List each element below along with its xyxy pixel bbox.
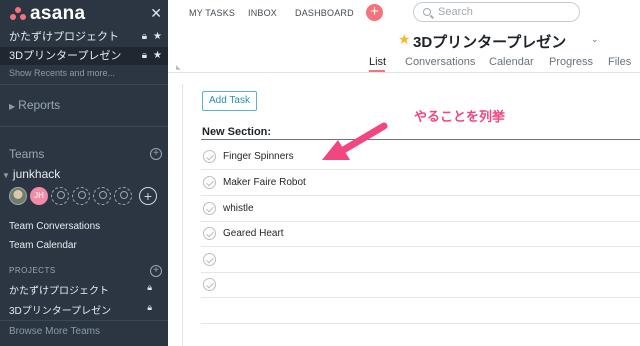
divider — [0, 320, 168, 321]
check-icon[interactable] — [203, 150, 216, 163]
task-row[interactable]: Maker Faire Robot — [201, 170, 640, 196]
task-row[interactable]: Geared Heart — [201, 221, 640, 247]
empty-member-icon[interactable] — [51, 187, 69, 205]
browse-more-teams-link[interactable]: Browse More Teams — [9, 326, 100, 337]
task-name[interactable]: Finger Spinners — [223, 151, 294, 162]
tab-list[interactable]: List — [369, 56, 386, 68]
project-title: 3Dプリンタープレゼン — [413, 34, 567, 51]
teams-heading: Teams — [9, 147, 45, 161]
empty-member-icon[interactable] — [72, 187, 90, 205]
section-divider — [201, 139, 640, 140]
lock-icon: 🔒︎ — [147, 302, 152, 312]
project-item[interactable]: かたずけプロジェクト 🔒︎ — [9, 282, 164, 297]
sidebar: asana ✕ かたずけプロジェクト 🔒︎ ★ 3Dプリンタープレゼン 🔒︎ ★ S… — [0, 0, 168, 346]
check-icon[interactable] — [203, 176, 216, 189]
task-name[interactable]: Geared Heart — [223, 228, 284, 239]
team-name[interactable]: ▼ junkhack — [2, 167, 60, 181]
top-nav: MY TASKS INBOX DASHBOARD + — [168, 0, 640, 26]
add-project-icon[interactable]: + — [150, 265, 162, 277]
search-icon — [423, 8, 431, 16]
check-icon[interactable] — [203, 278, 216, 291]
tab-files[interactable]: Files — [608, 56, 631, 68]
add-task-button[interactable]: Add Task — [202, 91, 257, 111]
team-conversations-link[interactable]: Team Conversations — [9, 221, 100, 232]
show-recents-link[interactable]: Show Recents and more... — [9, 68, 115, 78]
tabs-divider — [168, 72, 640, 73]
annotation-text: やることを列挙 — [414, 109, 506, 124]
avatar-initials[interactable]: JH — [30, 187, 48, 205]
star-icon[interactable]: ★ — [398, 31, 411, 48]
star-icon[interactable]: ★ — [153, 31, 162, 42]
team-calendar-link[interactable]: Team Calendar — [9, 240, 77, 251]
lock-icon: 🔒︎ — [141, 31, 148, 42]
check-icon[interactable] — [203, 227, 216, 240]
panel-divider — [182, 84, 183, 346]
task-row[interactable]: Finger Spinners — [201, 144, 640, 170]
chevron-down-icon[interactable]: ⌄ — [591, 34, 599, 45]
task-name[interactable]: whistle — [223, 203, 254, 214]
expand-triangle-icon: ▶ — [9, 102, 16, 111]
lock-icon: 🔒︎ — [141, 50, 148, 61]
projects-heading: PROJECTS — [9, 266, 56, 275]
divider — [0, 84, 168, 85]
task-row[interactable] — [201, 298, 640, 324]
empty-member-icon[interactable] — [93, 187, 111, 205]
favorite-item[interactable]: かたずけプロジェクト 🔒︎ ★ — [0, 28, 168, 46]
close-sidebar-icon[interactable]: ✕ — [150, 5, 162, 22]
my-tasks-link[interactable]: MY TASKS — [189, 8, 235, 18]
star-icon[interactable]: ★ — [153, 50, 162, 61]
collapse-triangle-icon: ▼ — [2, 171, 10, 180]
project-item[interactable]: 3Dプリンタープレゼン 🔒︎ — [9, 302, 164, 317]
tab-conversations[interactable]: Conversations — [405, 56, 475, 68]
task-row[interactable] — [201, 247, 640, 273]
check-icon[interactable] — [203, 253, 216, 266]
logo-text: asana — [30, 3, 86, 24]
task-row[interactable] — [201, 272, 640, 298]
lock-icon: 🔒︎ — [147, 282, 152, 292]
quick-add-button[interactable]: + — [366, 4, 383, 21]
dashboard-link[interactable]: DASHBOARD — [295, 8, 354, 18]
inbox-link[interactable]: INBOX — [248, 8, 277, 18]
search-input[interactable] — [438, 5, 573, 19]
add-member-button[interactable]: + — [139, 187, 157, 205]
favorite-label: 3Dプリンタープレゼン — [9, 50, 122, 62]
expand-icon[interactable]: ◣ — [176, 64, 181, 71]
task-name[interactable]: Maker Faire Robot — [223, 177, 306, 188]
tab-progress[interactable]: Progress — [549, 56, 593, 68]
add-team-icon[interactable]: + — [150, 148, 162, 160]
search-box[interactable] — [413, 2, 580, 22]
team-members: JH + — [9, 187, 164, 207]
reports-link[interactable]: ▶ Reports — [9, 98, 60, 112]
check-icon[interactable] — [203, 202, 216, 215]
avatar[interactable] — [9, 187, 27, 205]
tab-calendar[interactable]: Calendar — [489, 56, 534, 68]
logo-row: asana ✕ — [8, 3, 162, 24]
divider — [0, 126, 168, 127]
favorite-item-active[interactable]: 3Dプリンタープレゼン 🔒︎ ★ — [0, 47, 168, 65]
asana-logo-icon — [8, 7, 28, 21]
empty-member-icon[interactable] — [114, 187, 132, 205]
task-row[interactable]: whistle — [201, 196, 640, 222]
favorite-label: かたずけプロジェクト — [9, 31, 119, 43]
section-title[interactable]: New Section: — [202, 126, 271, 138]
